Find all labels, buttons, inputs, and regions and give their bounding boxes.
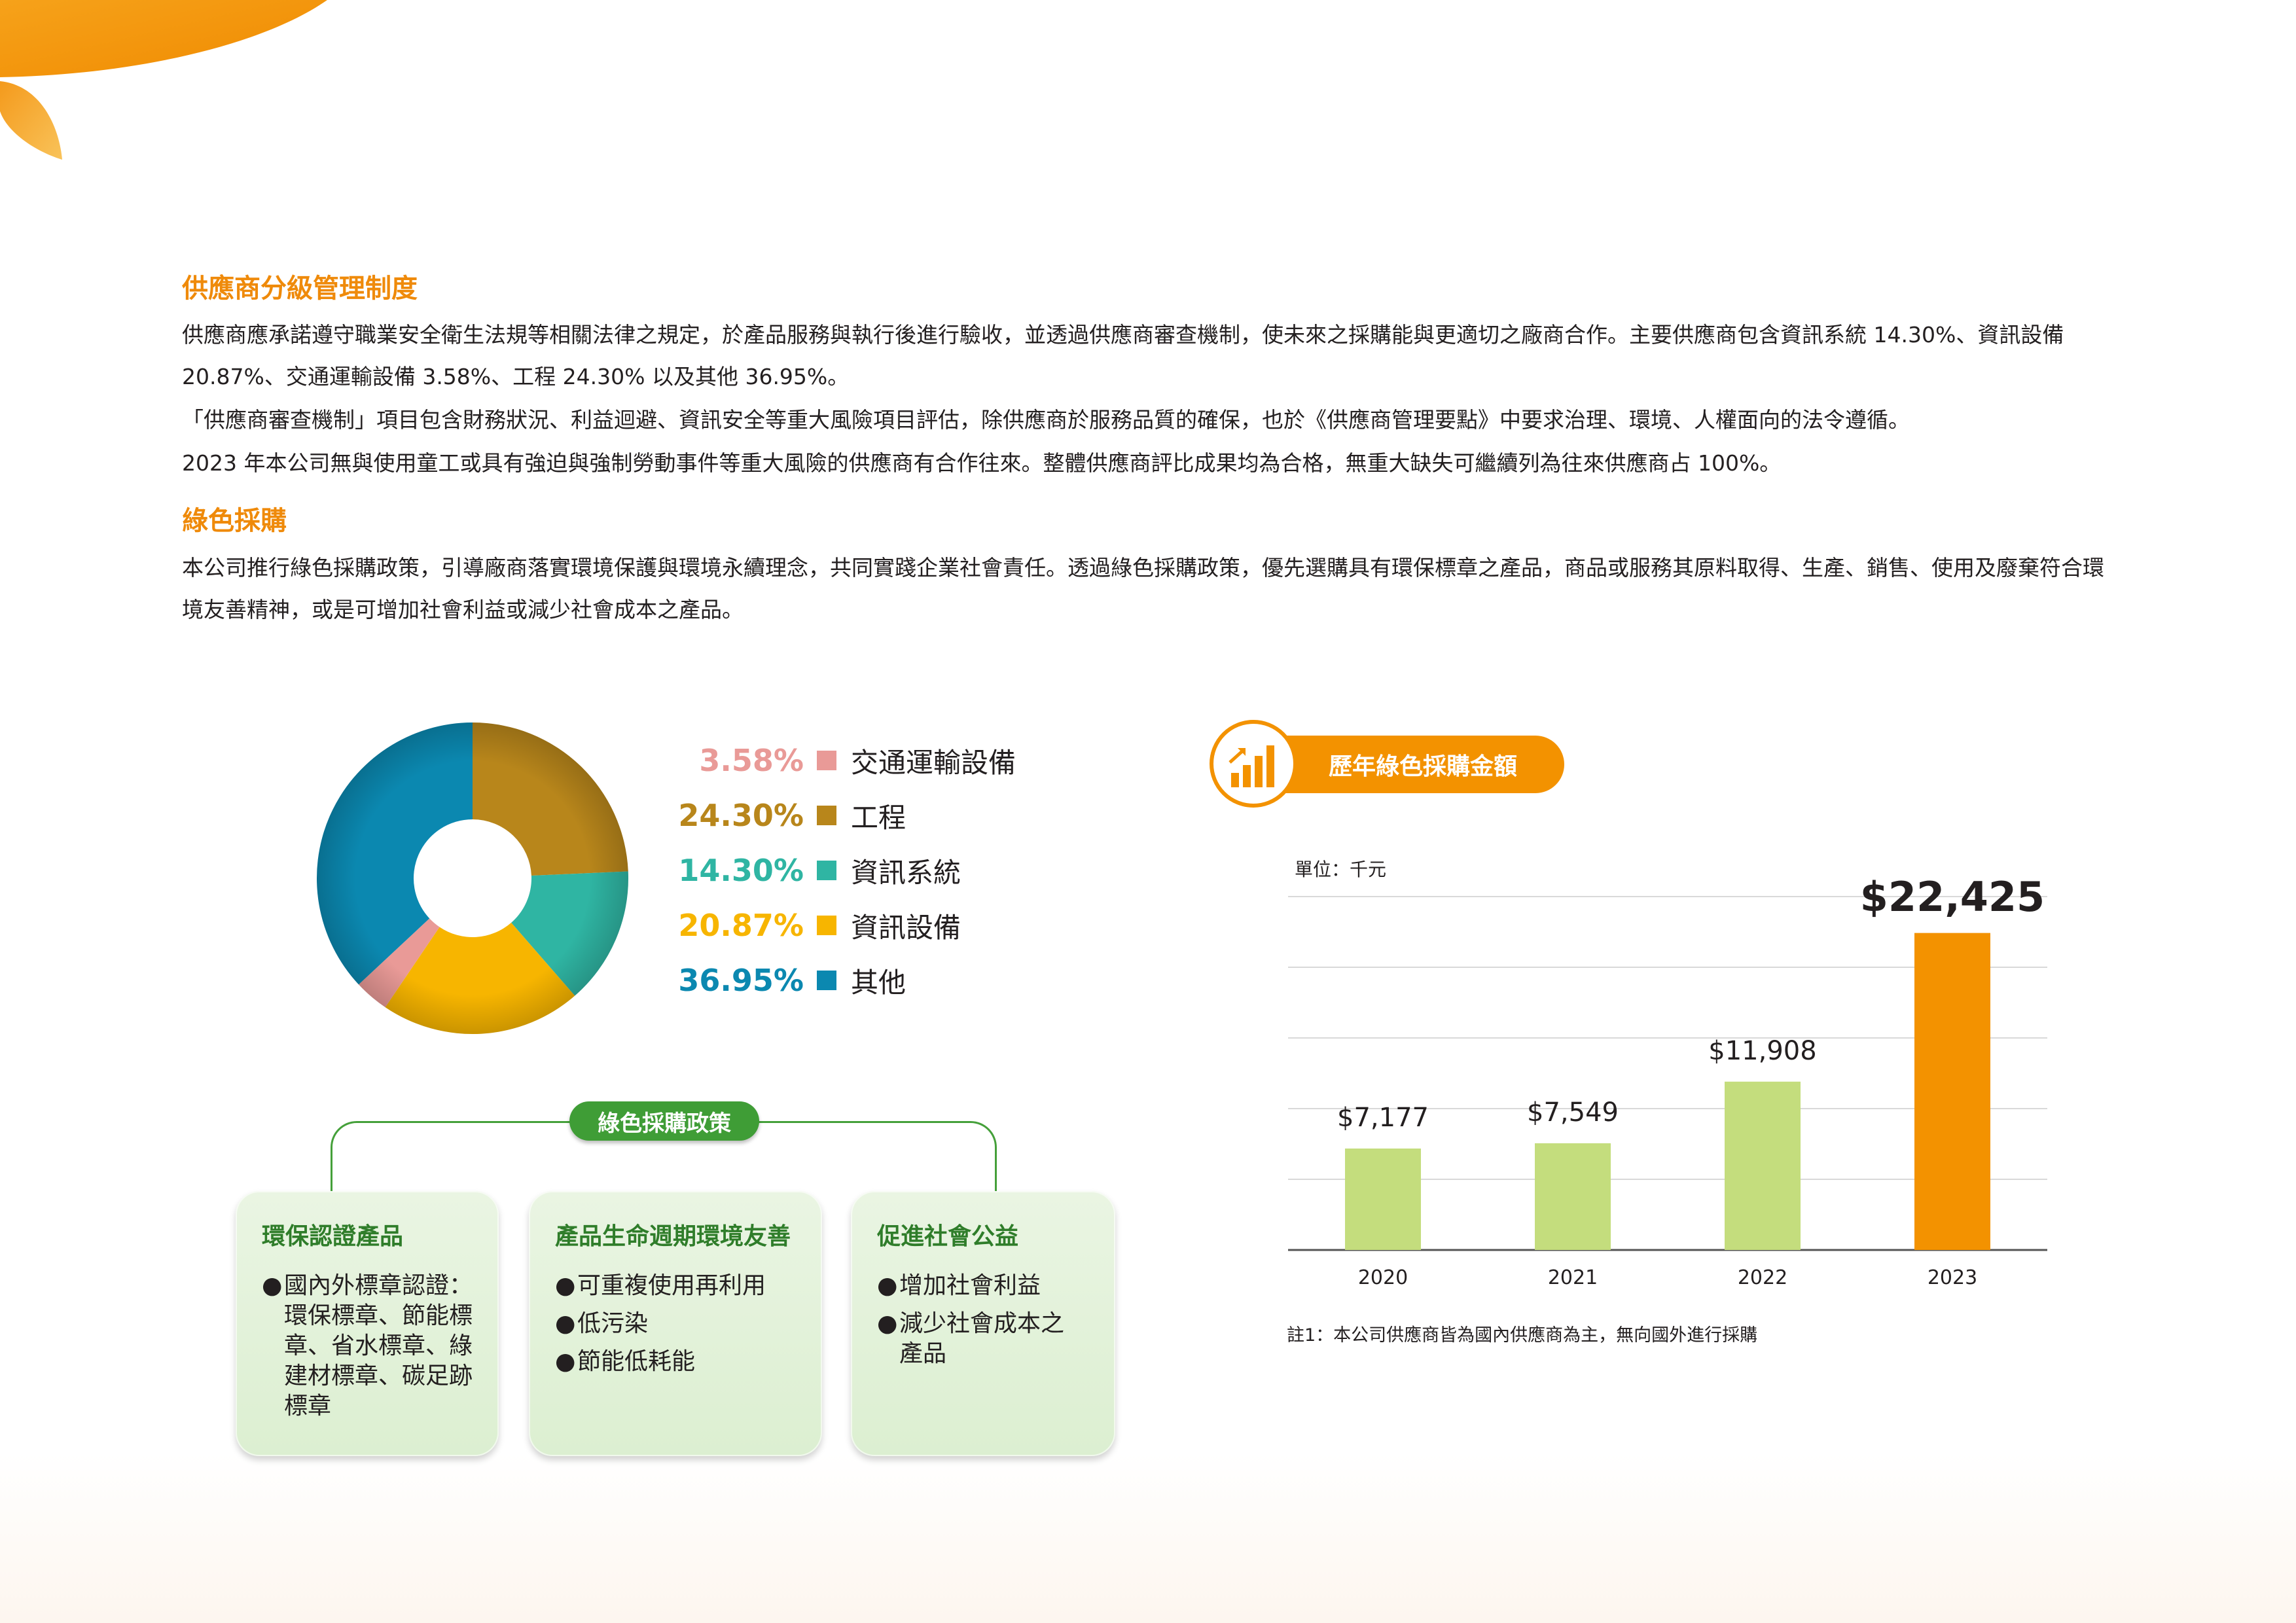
- legend-label: 其他: [851, 966, 906, 999]
- policy-item-text: 節能低耗能: [577, 1348, 696, 1375]
- legend-swatch: [817, 861, 836, 880]
- x-tick-label: 2023: [1927, 1266, 1978, 1289]
- legend-percent: 24.30%: [678, 798, 804, 833]
- growth-chart-icon: [1229, 745, 1274, 787]
- green-procurement-paragraph: 本公司推行綠色採購政策，引導廠商落實環境保護與環境永續理念，共同實踐企業社會責任…: [182, 555, 2104, 622]
- bullet-icon: ●: [877, 1310, 898, 1337]
- policy-item-text: 可重複使用再利用: [577, 1272, 766, 1299]
- policy-box-title: 環保認證產品: [262, 1223, 404, 1250]
- legend-row-info-equipment: 20.87% 資訊設備: [661, 898, 1016, 953]
- legend-row-info-system: 14.30% 資訊系統: [661, 843, 1016, 898]
- page-bottom-fade: [0, 1453, 2296, 1623]
- legend-swatch: [817, 916, 836, 935]
- legend-swatch: [817, 971, 836, 990]
- policy-box-title: 產品生命週期環境友善: [555, 1223, 791, 1250]
- policy-item-text: 增加社會利益: [899, 1272, 1041, 1299]
- legend-row-engineering: 24.30% 工程: [661, 788, 1016, 843]
- bar-2021: [1535, 1143, 1611, 1250]
- supplier-share-donut-chart: [316, 722, 628, 1034]
- legend-swatch: [817, 751, 836, 770]
- bar-value-label: $7,177: [1337, 1102, 1429, 1133]
- x-tick-label: 2021: [1547, 1266, 1598, 1289]
- supplier-paragraph-3: 2023 年本公司無與使用童工或具有強迫與強制勞動事件等重大風險的供應商有合作往…: [182, 450, 1782, 476]
- x-tick-label: 2020: [1357, 1266, 1408, 1289]
- legend-label: 交通運輸設備: [851, 746, 1016, 779]
- policy-item-text: 減少社會成本之產品: [899, 1310, 1065, 1367]
- bullet-icon: ●: [262, 1272, 283, 1299]
- policy-title-pill: 綠色採購政策: [569, 1101, 759, 1141]
- policy-box-eco-certified: 環保認證產品 ● 國內外標章認證：環保標章、節能標章、省水標章、綠建材標章、碳足…: [236, 1191, 499, 1456]
- policy-item-text: 低污染: [577, 1310, 649, 1337]
- bar-2023: [1914, 933, 1990, 1250]
- bar-chart-footnote: 註1：本公司供應商皆為國內供應商為主，無向國外進行採購: [1287, 1325, 1758, 1346]
- policy-box-title: 促進社會公益: [877, 1223, 1019, 1250]
- legend-label: 資訊系統: [851, 856, 961, 889]
- bullet-icon: ●: [877, 1272, 898, 1299]
- bullet-icon: ●: [555, 1348, 576, 1375]
- bullet-icon: ●: [555, 1272, 576, 1299]
- section-title-supplier-management: 供應商分級管理制度: [182, 274, 418, 304]
- bar-value-label: $7,549: [1527, 1097, 1619, 1128]
- bar-value-label: $11,908: [1708, 1035, 1817, 1066]
- donut-shading: [317, 722, 628, 1034]
- legend-row-other: 36.95% 其他: [661, 953, 1016, 1008]
- policy-box-lifecycle: 產品生命週期環境友善 ● 可重複使用再利用 ● 低污染 ● 節能低耗能: [529, 1191, 822, 1456]
- policy-item: ● 節能低耗能: [555, 1347, 822, 1377]
- policy-item: ● 增加社會利益: [877, 1271, 1115, 1301]
- legend-percent: 36.95%: [678, 963, 804, 998]
- policy-item-text: 國內外標章認證：環保標章、節能標章、省水標章、綠建材標章、碳足跡標章: [284, 1272, 473, 1419]
- bullet-icon: ●: [555, 1310, 576, 1337]
- legend-label: 資訊設備: [851, 911, 961, 944]
- policy-item: ● 低污染: [555, 1309, 822, 1339]
- corner-leaf-decoration: [0, 0, 327, 160]
- x-tick-label: 2022: [1737, 1266, 1788, 1289]
- legend-row-transport: 3.58% 交通運輸設備: [661, 733, 1016, 788]
- legend-percent: 14.30%: [678, 853, 804, 888]
- donut-legend: 3.58% 交通運輸設備 24.30% 工程 14.30% 資訊系統 20.87…: [661, 733, 1016, 1008]
- green-procurement-bar-chart: [1288, 896, 2047, 1251]
- policy-item: ● 減少社會成本之產品: [877, 1309, 1083, 1369]
- legend-label: 工程: [851, 801, 906, 834]
- policy-box-social-welfare: 促進社會公益 ● 增加社會利益 ● 減少社會成本之產品: [851, 1191, 1115, 1456]
- bar-chart-growth-icon: [1210, 720, 1297, 808]
- bar-2020: [1345, 1148, 1421, 1250]
- policy-item: ● 國內外標章認證：環保標章、節能標章、省水標章、綠建材標章、碳足跡標章: [262, 1271, 480, 1421]
- legend-percent: 3.58%: [699, 743, 804, 778]
- section-title-green-procurement: 綠色採購: [182, 506, 287, 536]
- bar-value-label: $22,425: [1859, 872, 2045, 921]
- legend-swatch: [817, 806, 836, 825]
- bar-2022: [1725, 1081, 1801, 1250]
- policy-item: ● 可重複使用再利用: [555, 1271, 822, 1301]
- supplier-paragraph-1: 供應商應承諾遵守職業安全衛生法規等相關法律之規定，於產品服務與執行後進行驗收，並…: [182, 322, 2064, 389]
- supplier-paragraph-2: 「供應商審查機制」項目包含財務狀況、利益迴避、資訊安全等重大風險項目評估，除供應…: [182, 407, 1910, 433]
- legend-percent: 20.87%: [678, 908, 804, 943]
